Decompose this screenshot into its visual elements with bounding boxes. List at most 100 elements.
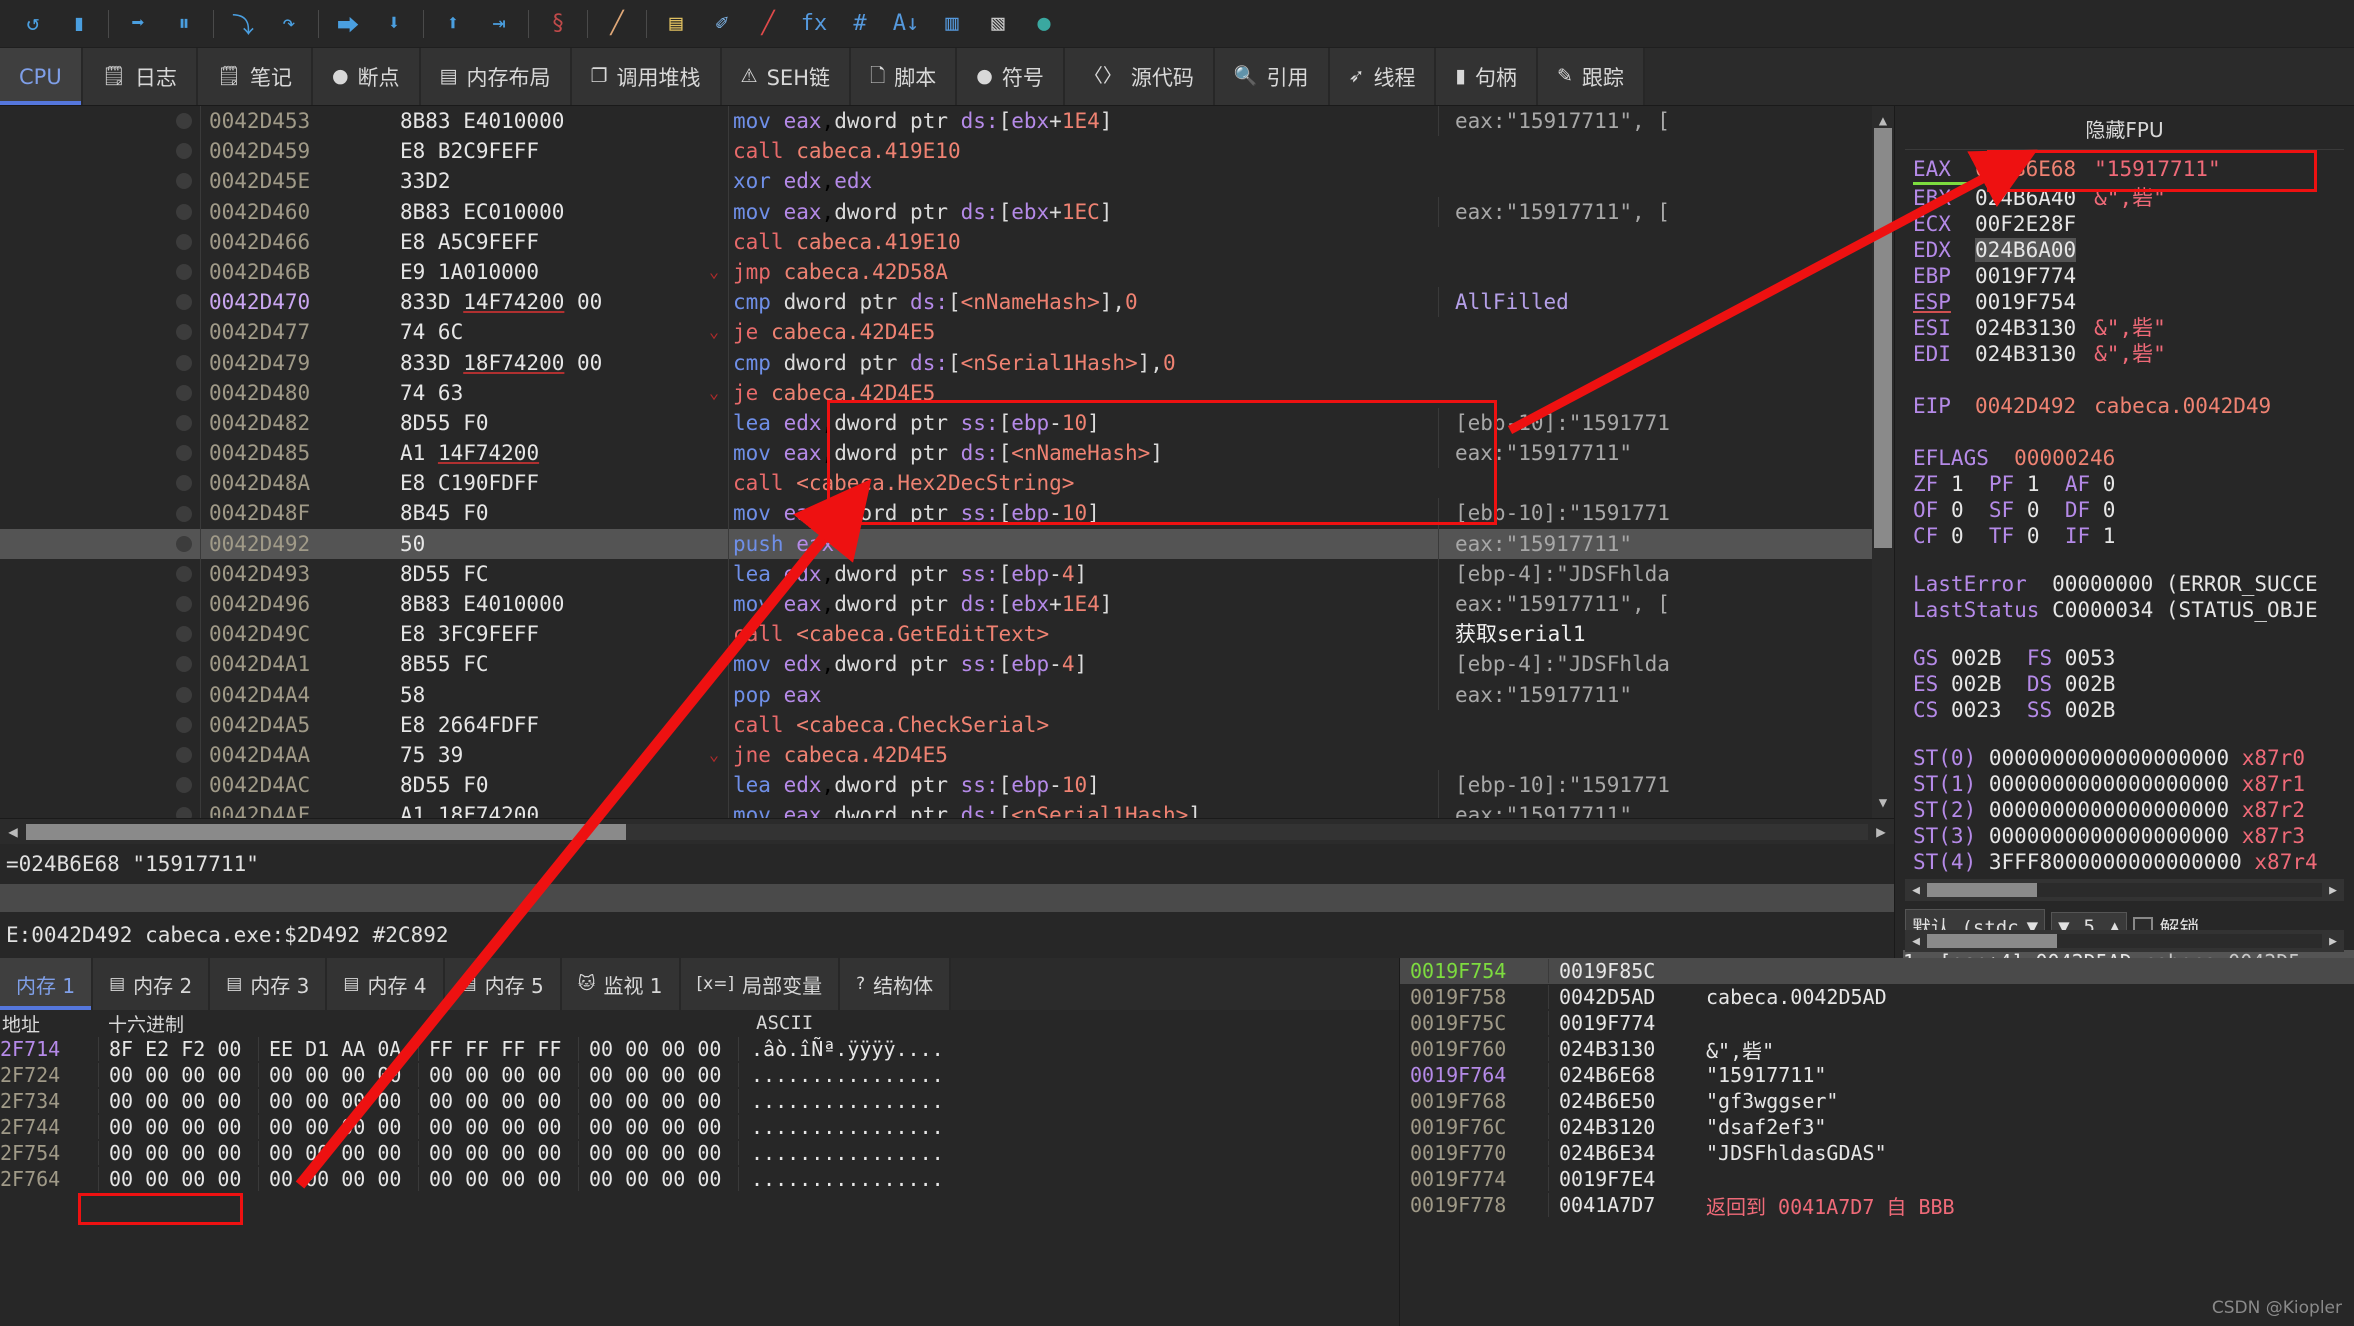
breakpoint-dot-icon[interactable] <box>176 414 192 431</box>
breakpoint-gutter[interactable] <box>0 716 200 733</box>
stack-row[interactable]: 0019F758 0042D5AD cabeca.0042D5AD <box>1400 984 2354 1010</box>
breakpoint-gutter[interactable] <box>0 807 200 818</box>
breakpoint-gutter[interactable] <box>0 384 200 401</box>
flag-value[interactable]: 1 <box>1951 472 1964 496</box>
breakpoint-gutter[interactable] <box>0 596 200 613</box>
breakpoint-gutter[interactable] <box>0 264 200 281</box>
dump-view[interactable]: 地址 十六进制 ASCII 2F714 8F E2 F2 00 EE D1 AA 0A FF… <box>0 1010 1399 1192</box>
tab-笔记[interactable]: 🗒 笔记 <box>197 48 313 105</box>
stack-row[interactable]: 0019F754 0019F85C <box>1400 958 2354 984</box>
stack-row[interactable]: 0019F770 024B6E34 "JDSFhldasGDAS" <box>1400 1140 2354 1166</box>
disassembly-row[interactable]: 0042D479 833D 18F74200 00 cmp dword ptr ds… <box>0 347 1894 378</box>
bottom-tab-内存-5[interactable]: ▤ 内存 5 <box>444 958 562 1010</box>
stack-row[interactable]: 0019F774 0019F7E4 <box>1400 1166 2354 1192</box>
bottom-tab-局部变量[interactable]: [x=] 局部变量 <box>680 958 841 1010</box>
flag-value[interactable]: 0 <box>2103 498 2116 522</box>
args-hscroll-track[interactable] <box>1927 934 2322 948</box>
disassembly-vscrollbar[interactable]: ▲ ▼ <box>1872 106 1894 818</box>
register-value[interactable]: 024B3130 <box>1975 342 2076 366</box>
register-row-eip[interactable]: EIP 0042D492 cabeca.0042D49 <box>1913 393 2354 419</box>
breakpoint-dot-icon[interactable] <box>176 777 192 794</box>
about-icon[interactable]: ● <box>1021 4 1067 44</box>
stack-row[interactable]: 0019F768 024B6E50 "gf3wggser" <box>1400 1088 2354 1114</box>
vscroll-thumb[interactable] <box>1874 128 1892 548</box>
disassembly-row[interactable]: 0042D4AF A1 18F74200 mov eax,dword ptr ds:… <box>0 800 1894 818</box>
flag-row[interactable]: CF 0 TF 0 IF 1 <box>1913 523 2354 549</box>
step-into-icon[interactable]: ⤵ <box>220 4 266 44</box>
fpu-hscrollbar[interactable]: ◀ ▶ <box>1905 879 2344 901</box>
dump-row[interactable]: 2F754 00 00 00 00 00 00 00 00 00 00 00 00 00… <box>0 1140 1399 1166</box>
breakpoint-gutter[interactable] <box>0 113 200 130</box>
disassembly-row[interactable]: 0042D459 E8 B2C9FEFF call cabeca.419E10 <box>0 136 1894 167</box>
disassembly-row[interactable]: 0042D485 A1 14F74200 mov eax,dword ptr ds:… <box>0 438 1894 469</box>
breakpoint-gutter[interactable] <box>0 626 200 643</box>
log-icon[interactable]: ✐ <box>699 4 745 44</box>
register-value[interactable]: 0019F754 <box>1975 290 2076 314</box>
register-value[interactable]: 024B6E68 <box>1975 157 2076 181</box>
disassembly-row[interactable]: 0042D4AA 75 39 ⌄ jne cabeca.42D4E5 <box>0 739 1894 771</box>
hash-icon[interactable]: # <box>837 4 883 44</box>
tab-句柄[interactable]: ▮ 句柄 <box>1436 48 1538 105</box>
scroll-right-icon[interactable]: ▶ <box>1868 822 1894 841</box>
breakpoint-dot-icon[interactable] <box>176 384 192 401</box>
args-scroll-left-icon[interactable]: ◀ <box>1905 934 1927 949</box>
breakpoint-gutter[interactable] <box>0 445 200 462</box>
breakpoint-dot-icon[interactable] <box>176 233 192 250</box>
tab-CPU[interactable]: CPU <box>0 48 83 105</box>
pause-icon[interactable]: ⏸ <box>161 4 207 44</box>
disassembly-row[interactable]: 0042D480 74 63 ⌄ je cabeca.42D4E5 <box>0 377 1894 408</box>
breakpoint-dot-icon[interactable] <box>176 173 192 190</box>
restart-icon[interactable]: ↺ <box>10 4 56 44</box>
tab-符号[interactable]: ● 符号 <box>957 48 1065 105</box>
breakpoint-gutter[interactable] <box>0 354 200 371</box>
disassembly-row[interactable]: 0042D492 50 push eax eax:"15917711" <box>0 528 1894 559</box>
register-row[interactable]: EBX 024B6A40 &",砦" <box>1913 185 2354 211</box>
disassembly-row[interactable]: 0042D4A1 8B55 FC mov edx,dword ptr ss:[ebp… <box>0 649 1894 680</box>
fpu-hscroll-track[interactable] <box>1927 883 2322 897</box>
tab-跟踪[interactable]: ✎ 跟踪 <box>1537 48 1645 105</box>
calculator-icon[interactable]: fx <box>791 4 837 44</box>
breakpoint-dot-icon[interactable] <box>176 324 192 341</box>
disassembly-row[interactable]: 0042D48A E8 C190FDFF call <cabeca.Hex2DecS… <box>0 468 1894 499</box>
breakpoint-dot-icon[interactable] <box>176 716 192 733</box>
breakpoint-dot-icon[interactable] <box>176 294 192 311</box>
segment-row[interactable]: CS 0023 SS 002B <box>1913 697 2354 723</box>
flag-value[interactable]: 0 <box>2027 498 2040 522</box>
tab-内存布局[interactable]: ▤ 内存布局 <box>420 48 572 105</box>
segment-row[interactable]: GS 002B FS 0053 <box>1913 645 2354 671</box>
register-row[interactable]: ESP 0019F754 <box>1913 289 2354 315</box>
register-row[interactable]: EDX 024B6A00 <box>1913 237 2354 263</box>
disassembly-view[interactable]: 0042D453 8B83 E4010000 mov eax,dword ptr d… <box>0 106 1894 818</box>
fpu-scroll-right-icon[interactable]: ▶ <box>2322 883 2344 898</box>
tab-断点[interactable]: ● 断点 <box>312 48 421 105</box>
disassembly-row[interactable]: 0042D48F 8B45 F0 mov eax,dword ptr ss:[ebp… <box>0 498 1894 529</box>
hscroll-track[interactable] <box>26 823 1868 840</box>
flag-value[interactable]: 1 <box>2103 524 2116 548</box>
tab-线程[interactable]: ➶ 线程 <box>1329 48 1437 105</box>
breakpoint-gutter[interactable] <box>0 173 200 190</box>
st-register-row[interactable]: ST(4) 3FFF8000000000000000 x87r4 <box>1913 849 2354 875</box>
breakpoint-dot-icon[interactable] <box>176 565 192 582</box>
flag-row[interactable]: OF 0 SF 0 DF 0 <box>1913 497 2354 523</box>
stack-row[interactable]: 0019F75C 0019F774 <box>1400 1010 2354 1036</box>
breakpoint-dot-icon[interactable] <box>176 596 192 613</box>
tab-源代码[interactable]: 〈〉 源代码 <box>1064 48 1215 105</box>
register-row[interactable]: ECX 00F2E28F <box>1913 211 2354 237</box>
disassembly-row[interactable]: 0042D477 74 6C ⌄ je cabeca.42D4E5 <box>0 317 1894 348</box>
bottom-tab-结构体[interactable]: ? 结构体 <box>840 958 952 1010</box>
notes-icon[interactable]: ▤ <box>653 4 699 44</box>
flag-value[interactable]: 0 <box>2103 472 2116 496</box>
dump-row[interactable]: 2F734 00 00 00 00 00 00 00 00 00 00 00 00 00… <box>0 1088 1399 1114</box>
breakpoint-gutter[interactable] <box>0 475 200 492</box>
breakpoint-dot-icon[interactable] <box>176 626 192 643</box>
breakpoint-dot-icon[interactable] <box>176 445 192 462</box>
disassembly-row[interactable]: 0042D49C E8 3FC9FEFF call <cabeca.GetEditT… <box>0 619 1894 650</box>
disassembly-row[interactable]: 0042D45E 33D2 xor edx,edx <box>0 166 1894 197</box>
breakpoint-dot-icon[interactable] <box>176 656 192 673</box>
run-icon[interactable]: ➡ <box>115 4 161 44</box>
segment-value[interactable]: 002B <box>2065 698 2116 722</box>
st-register-row[interactable]: ST(0) 0000000000000000000 x87r0 <box>1913 745 2354 771</box>
args-scroll-right-icon[interactable]: ▶ <box>2322 934 2344 949</box>
disassembly-hscrollbar[interactable]: ◀ ▶ <box>0 818 1894 844</box>
disassembly-row[interactable]: 0042D493 8D55 FC lea edx,dword ptr ss:[ebp… <box>0 558 1894 590</box>
